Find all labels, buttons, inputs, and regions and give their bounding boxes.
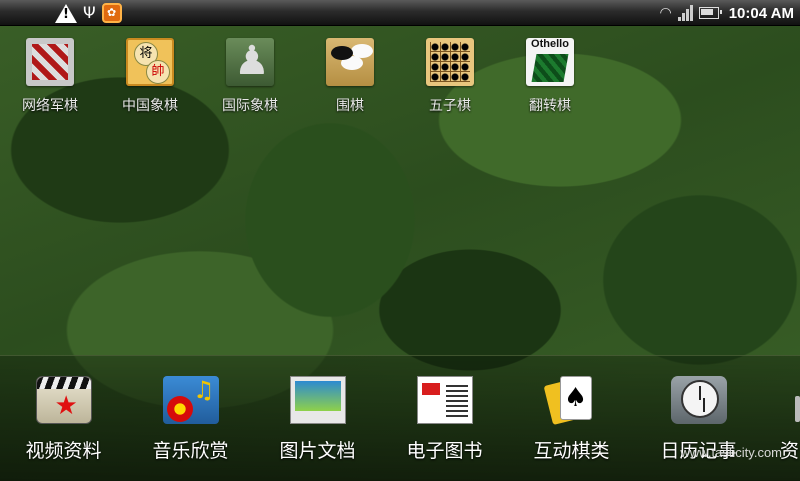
signal-icon (677, 5, 693, 21)
status-bar[interactable]: Ψ ✿ ◠ 10:04 AM (0, 0, 800, 26)
usb-icon[interactable]: Ψ (83, 2, 96, 24)
watermark: www.tasticity.com (680, 445, 782, 460)
app-label: 国际象棋 (222, 98, 278, 114)
dock-label: 电子图书 (406, 440, 483, 462)
video-icon (35, 376, 92, 424)
dock-scroll-handle[interactable] (795, 396, 800, 422)
dock-label: 图片文档 (279, 440, 356, 462)
dock-item-photos[interactable]: 图片文档 (254, 376, 381, 463)
app-army-chess[interactable]: 网络军棋 (0, 38, 100, 115)
dock-item-music[interactable]: 音乐欣赏 (127, 376, 254, 463)
dock-item-video[interactable]: 视频资料 (0, 376, 127, 463)
app-label: 中国象棋 (122, 98, 178, 114)
app-gomoku[interactable]: 五子棋 (400, 38, 500, 115)
dock-item-partial[interactable]: 资 (780, 436, 800, 463)
wifi-icon: ◠ (659, 5, 672, 21)
othello-icon-text: Othello (531, 38, 569, 50)
app-othello[interactable]: Othello 翻转棋 (500, 38, 600, 115)
battery-icon (698, 7, 722, 19)
dock: 视频资料 音乐欣赏 图片文档 电子图书 互动棋类 日历记事 资 (0, 355, 800, 481)
music-icon (162, 376, 219, 424)
chess-icon (226, 38, 274, 86)
app-label: 五子棋 (429, 98, 471, 114)
ebook-icon (416, 376, 473, 424)
app-xiangqi[interactable]: 中国象棋 (100, 38, 200, 115)
xiangqi-icon (126, 38, 174, 86)
gomoku-icon (426, 38, 474, 86)
app-label: 翻转棋 (529, 98, 571, 114)
app-label: 围棋 (336, 98, 364, 114)
warning-icon[interactable] (55, 3, 77, 23)
cards-icon (544, 376, 600, 424)
army-chess-icon (26, 38, 74, 86)
dock-item-ebook[interactable]: 电子图书 (381, 376, 508, 463)
dock-label: 互动棋类 (533, 440, 610, 462)
app-label: 网络军棋 (22, 98, 78, 114)
go-icon (326, 38, 374, 86)
dock-item-board-games[interactable]: 互动棋类 (508, 376, 635, 463)
dock-label: 音乐欣赏 (152, 440, 229, 462)
othello-icon: Othello (526, 38, 574, 86)
app-notification-icon[interactable]: ✿ (101, 3, 122, 23)
clock: 10:04 AM (728, 4, 794, 22)
calendar-clock-icon (670, 376, 727, 424)
app-chess[interactable]: 国际象棋 (200, 38, 300, 115)
app-go[interactable]: 围棋 (300, 38, 400, 115)
app-grid: 网络军棋 中国象棋 国际象棋 围棋 五子棋 Othello 翻转棋 (0, 38, 800, 115)
photo-icon (289, 376, 346, 424)
dock-label: 视频资料 (25, 440, 102, 462)
